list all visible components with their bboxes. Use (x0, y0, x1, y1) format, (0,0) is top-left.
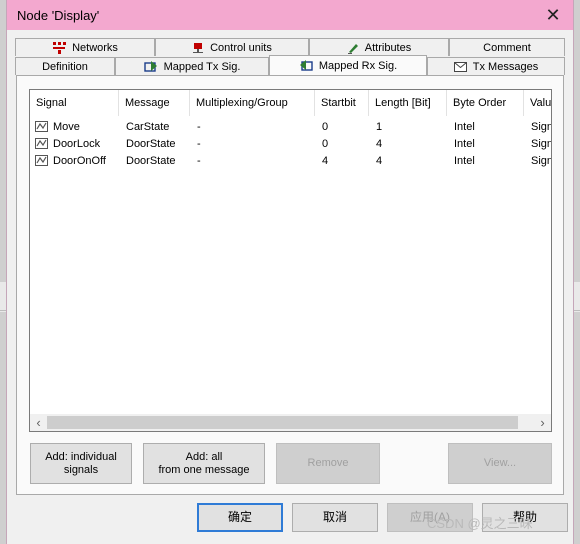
cell-message: DoorState (126, 138, 176, 150)
dialog-client: Networks Control units Attributes Commen… (7, 30, 573, 544)
tab-tx-messages[interactable]: Tx Messages (427, 57, 565, 75)
tab-tx-messages-label: Tx Messages (472, 60, 539, 73)
column-header-startbit[interactable]: Startbit (315, 90, 369, 116)
tab-comment[interactable]: Comment (449, 38, 565, 56)
cell-message: CarState (126, 121, 170, 133)
networks-icon (53, 41, 67, 54)
list-header: Signal Message Multiplexing/Group Startb… (30, 90, 551, 116)
cell-byte-order: Intel (454, 138, 475, 150)
view-button[interactable]: View... (448, 443, 552, 484)
column-header-signal[interactable]: Signal (30, 90, 119, 116)
scrollbar-thumb[interactable] (47, 416, 518, 429)
cell-startbit: 0 (322, 121, 329, 133)
tab-definition-label: Definition (42, 60, 88, 73)
tab-attributes-label: Attributes (364, 41, 412, 54)
node-dialog: Node 'Display' ✕ Networks Control units … (6, 0, 574, 544)
ok-button[interactable]: 确定 (197, 503, 283, 532)
column-header-length[interactable]: Length [Bit] (369, 90, 447, 116)
mapped-rx-icon (299, 59, 313, 71)
cell-signal: DoorOnOff (53, 155, 106, 167)
signal-icon (35, 155, 48, 166)
cell-startbit: 4 (322, 155, 329, 167)
cell-length: 4 (376, 155, 383, 167)
signal-list[interactable]: Signal Message Multiplexing/Group Startb… (29, 89, 552, 432)
cell-value: Sign (531, 138, 552, 150)
watermark-text: CSDN @灵之三昧 (427, 516, 533, 531)
cell-byte-order: Intel (454, 155, 475, 167)
cell-message: DoorState (126, 155, 176, 167)
cell-multiplexing: - (197, 138, 201, 150)
cell-value: Sign (531, 121, 552, 133)
table-row[interactable]: DoorOnOff DoorState - 4 4 Intel Sign (30, 153, 552, 170)
cell-signal: Move (53, 121, 80, 133)
table-row[interactable]: Move CarState - 0 1 Intel Sign (30, 119, 552, 136)
add-all-from-message-button[interactable]: Add: all from one message (143, 443, 265, 484)
scroll-left-icon[interactable]: ‹ (30, 414, 47, 431)
signal-icon (35, 138, 48, 149)
tab-control-units[interactable]: Control units (155, 38, 309, 56)
control-units-icon (193, 42, 204, 53)
column-header-value[interactable]: Value (524, 90, 551, 116)
tab-attributes[interactable]: Attributes (309, 38, 449, 56)
close-icon: ✕ (545, 4, 561, 25)
cell-multiplexing: - (197, 155, 201, 167)
tab-comment-label: Comment (483, 41, 531, 54)
add-individual-signals-button[interactable]: Add: individual signals (30, 443, 132, 484)
tab-definition[interactable]: Definition (15, 57, 115, 75)
tab-mapped-tx-sig[interactable]: Mapped Tx Sig. (115, 57, 269, 75)
tab-mapped-rx-label: Mapped Rx Sig. (318, 59, 398, 72)
tab-control-units-label: Control units (210, 41, 272, 54)
envelope-icon (453, 61, 467, 72)
cell-length: 4 (376, 138, 383, 150)
cell-byte-order: Intel (454, 121, 475, 133)
mapped-rx-panel: Signal Message Multiplexing/Group Startb… (16, 75, 564, 495)
signal-icon (35, 121, 48, 132)
cell-multiplexing: - (197, 121, 201, 133)
title-bar[interactable]: Node 'Display' ✕ (7, 0, 573, 30)
tab-networks[interactable]: Networks (15, 38, 155, 56)
tab-mapped-rx-sig[interactable]: Mapped Rx Sig. (269, 55, 427, 75)
column-header-multiplexing[interactable]: Multiplexing/Group (190, 90, 315, 116)
horizontal-scrollbar[interactable]: ‹ › (30, 414, 551, 431)
table-row[interactable]: DoorLock DoorState - 0 4 Intel Sign (30, 136, 552, 153)
cell-value: Sign (531, 155, 552, 167)
scroll-right-icon[interactable]: › (534, 414, 551, 431)
cancel-button[interactable]: 取消 (292, 503, 378, 532)
cell-length: 1 (376, 121, 383, 133)
close-button[interactable]: ✕ (533, 0, 573, 30)
remove-button[interactable]: Remove (276, 443, 380, 484)
tab-networks-label: Networks (72, 41, 118, 54)
attributes-icon (347, 43, 358, 54)
cell-signal: DoorLock (53, 138, 101, 150)
tab-mapped-tx-label: Mapped Tx Sig. (163, 60, 241, 73)
cell-startbit: 0 (322, 138, 329, 150)
column-header-byte-order[interactable]: Byte Order (447, 90, 524, 116)
column-header-message[interactable]: Message (119, 90, 190, 116)
mapped-tx-icon (143, 60, 157, 72)
window-title: Node 'Display' (17, 8, 100, 23)
